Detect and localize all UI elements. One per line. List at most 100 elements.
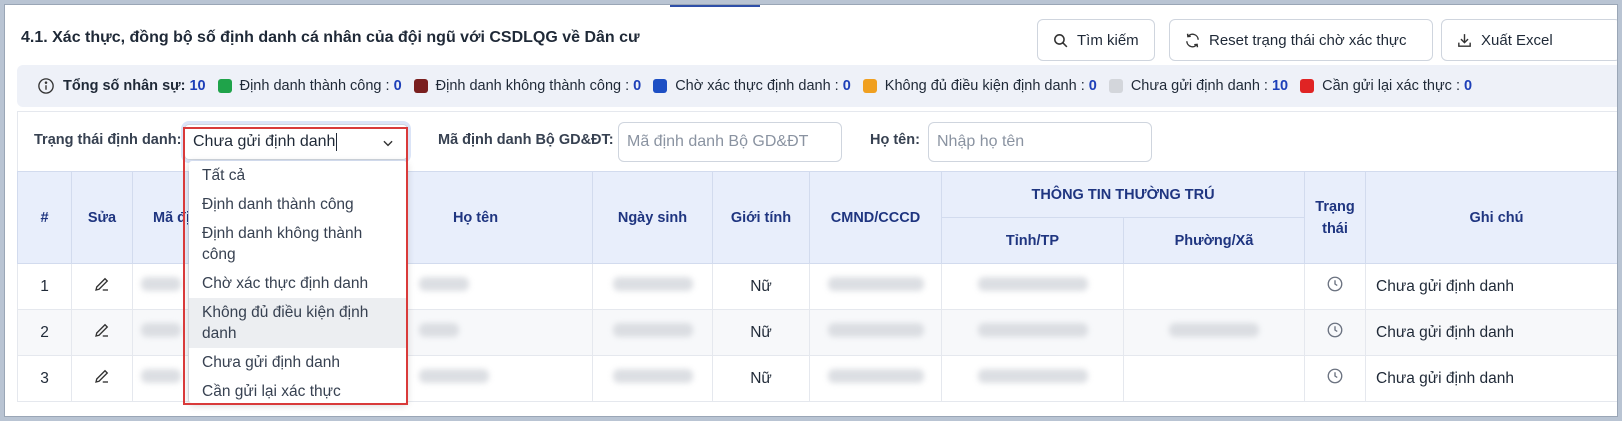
status-dropdown: Tất cả Định danh thành công Định danh khôn… [189,161,407,403]
summary-item-value: 0 [842,78,851,94]
dropdown-option[interactable]: Không đủ điều kiện định danh [189,298,407,348]
status-filter-label: Trạng thái định danh: [34,132,182,148]
status-select[interactable]: Chưa gửi định danh [184,124,408,160]
code-cell [132,355,189,402]
status-cell [1304,263,1367,310]
col-ward: Phường/Xã [1122,217,1306,264]
edit-cell [71,355,133,402]
summary-item-label: Chưa gửi định danh : [1130,78,1268,94]
refresh-icon [1186,33,1199,47]
search-button-label: Tìm kiếm [1077,31,1139,49]
text-caret [336,133,338,151]
summary-item-value: 0 [393,78,402,94]
redacted-value [419,323,459,337]
dob-cell [592,263,713,310]
summary-item: Chờ xác thực định danh : 0 [653,78,851,94]
row-index: 1 [17,263,72,310]
note-cell: Chưa gửi định danh [1365,263,1617,310]
total-staff-value: 10 [189,78,206,94]
status-color-swatch [217,79,232,93]
summary-item-label: Định danh không thành công : [435,78,630,94]
summary-item-label: Cần gửi lại xác thực : [1322,78,1460,94]
summary-item-label: Định danh thành công : [239,78,390,94]
summary-item: Không đủ điều kiện định danh : 0 [862,78,1097,94]
redacted-value [419,369,489,383]
export-excel-button[interactable]: Xuất Excel [1441,19,1617,61]
redacted-value [612,323,693,337]
summary-item: Định danh không thành công : 0 [413,78,642,94]
redacted-value [612,369,693,383]
reset-button-label: Reset trạng thái chờ xác thực [1209,31,1407,49]
redacted-value [827,277,924,291]
summary-item-value: 0 [633,78,642,94]
status-color-swatch [653,79,668,93]
id-card-cell [809,263,942,310]
clock-icon [1327,322,1343,338]
dropdown-option[interactable]: Cần gửi lại xác thực [189,377,407,403]
code-cell [132,263,189,310]
summary-item: Cần gửi lại xác thực : 0 [1300,78,1472,94]
redacted-value [977,277,1088,291]
dropdown-option[interactable]: Chờ xác thực định danh [189,269,407,298]
redacted-value [827,323,924,337]
redacted-value [1169,323,1259,337]
dropdown-option[interactable]: Tất cả [189,161,407,190]
dob-cell [592,355,713,402]
dropdown-option[interactable]: Định danh không thành công [189,219,407,269]
summary-item-label: Không đủ điều kiện định danh : [884,78,1085,94]
dropdown-option[interactable]: Định danh thành công [189,190,407,219]
province-cell [941,263,1124,310]
dropdown-option[interactable]: Chưa gửi định danh [189,348,407,377]
search-icon [1054,33,1068,47]
ward-cell [1122,355,1306,402]
dob-cell [592,309,713,356]
chevron-down-icon [383,140,393,147]
col-province: Tỉnh/TP [941,217,1124,264]
summary-item-value: 0 [1463,78,1473,94]
row-index: 2 [17,309,72,356]
moet-id-label: Mã định danh Bộ GD&ĐT: [438,132,614,148]
province-cell [941,309,1124,356]
redacted-value [140,369,181,383]
province-cell [941,355,1124,402]
redacted-value [827,369,924,383]
redacted-value [977,323,1088,337]
moet-id-input[interactable] [618,122,842,162]
ward-cell [1122,309,1306,356]
summary-bar: Tổng số nhân sự: 10 Định danh thành công… [17,65,1617,107]
col-id-card: CMND/CCCD [809,171,942,264]
active-tab-indicator [670,5,760,7]
row-index: 3 [17,355,72,402]
summary-item: Chưa gửi định danh : 10 [1108,78,1288,94]
status-color-swatch [1108,79,1123,93]
note-cell: Chưa gửi định danh [1365,309,1617,356]
pencil-icon[interactable] [93,321,111,339]
pencil-icon[interactable] [93,275,111,293]
id-card-cell [809,309,942,356]
info-circle-icon [38,78,54,94]
download-icon [1458,33,1471,47]
name-input[interactable] [928,122,1152,162]
reset-pending-button[interactable]: Reset trạng thái chờ xác thực [1169,19,1433,61]
search-button[interactable]: Tìm kiếm [1037,19,1155,61]
col-residence: THÔNG TIN THƯỜNG TRÚ [940,171,1306,218]
edit-cell [71,309,133,356]
gender-cell: Nữ [712,355,810,402]
name-filter-label: Họ tên: [870,132,920,148]
gender-cell: Nữ [712,309,810,356]
col-dob: Ngày sinh [592,171,713,264]
gender-cell: Nữ [712,263,810,310]
col-status: Trạng thái [1304,171,1367,264]
note-cell: Chưa gửi định danh [1365,355,1617,402]
ward-cell [1122,263,1306,310]
status-color-swatch [1300,79,1315,93]
app-frame: 4.1. Xác thực, đồng bộ số định danh cá n… [4,4,1618,417]
status-cell [1304,309,1367,356]
redacted-value [140,323,181,337]
col-code: Mã định danh [132,171,189,264]
code-cell [132,309,189,356]
summary-item: Định danh thành công : 0 [217,78,402,94]
redacted-value [419,277,469,291]
pencil-icon[interactable] [93,367,111,385]
clock-icon [1327,276,1343,292]
